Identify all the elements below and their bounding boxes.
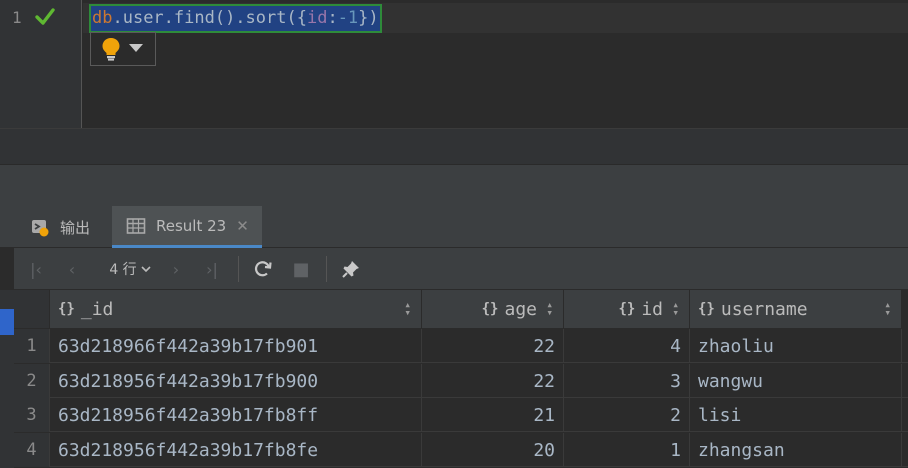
row-number: 1 xyxy=(14,329,50,363)
column-header-label: username xyxy=(720,298,808,320)
document-field-icon: {} xyxy=(698,301,715,317)
previous-page-button[interactable]: ‹ xyxy=(60,248,84,290)
cell-id[interactable]: 2 xyxy=(564,398,690,432)
last-page-icon: ›| xyxy=(206,259,218,279)
column-header-label: age xyxy=(504,298,537,320)
chevron-down-icon xyxy=(141,266,151,273)
column-header-_id[interactable]: {} _id ▴ ▾ xyxy=(50,290,422,328)
cell-username[interactable]: wangwu xyxy=(690,364,902,398)
cell-id[interactable]: 3 xyxy=(564,364,690,398)
column-header-username[interactable]: {} username ▴ ▾ xyxy=(690,290,902,328)
editor-bottom-strip xyxy=(0,128,908,164)
cell-_id[interactable]: 63d218966f442a39b17fb901 xyxy=(50,329,422,363)
code-token-db: db xyxy=(92,8,113,28)
cell-_id[interactable]: 63d218956f442a39b17fb8ff xyxy=(50,398,422,432)
next-page-button[interactable]: › xyxy=(164,248,188,290)
column-header-label: id xyxy=(641,298,663,320)
last-page-button[interactable]: ›| xyxy=(198,248,226,290)
toolbar-separator xyxy=(238,256,239,282)
tab-output[interactable]: 输出 xyxy=(30,206,90,248)
first-page-button[interactable]: |‹ xyxy=(22,248,50,290)
check-icon xyxy=(35,8,55,25)
table-row[interactable]: 3 63d218956f442a39b17fb8ff 21 2 lisi xyxy=(14,398,908,432)
output-icon xyxy=(32,220,49,237)
code-line-selection[interactable]: db.user.find().sort({id:-1}) xyxy=(89,4,382,33)
cell-id[interactable]: 4 xyxy=(564,329,690,363)
cell-username[interactable]: lisi xyxy=(690,398,902,432)
table-icon xyxy=(126,217,146,234)
intention-actions-button[interactable] xyxy=(90,32,156,66)
toolbar-separator xyxy=(326,256,327,282)
cell-_id[interactable]: 63d218956f442a39b17fb8fe xyxy=(50,433,422,467)
refresh-icon xyxy=(254,261,272,277)
tab-output-label: 输出 xyxy=(60,218,91,237)
table-row[interactable]: 4 63d218956f442a39b17fb8fe 20 1 zhangsan xyxy=(14,433,908,467)
row-number-header xyxy=(14,290,50,328)
table-row[interactable]: 1 63d218966f442a39b17fb901 22 4 zhaoliu xyxy=(14,329,908,363)
sort-icon[interactable]: ▴ ▾ xyxy=(546,299,553,318)
code-token-key: id xyxy=(306,8,328,28)
chevron-left-icon: ‹ xyxy=(68,259,76,279)
result-grid[interactable]: {} _id ▴ ▾ {} age ▴ ▾ {} id ▴ ▾ {} username… xyxy=(14,290,908,468)
document-field-icon: {} xyxy=(481,301,499,317)
close-icon[interactable]: ✕ xyxy=(236,217,249,235)
result-toolbar: |‹ ‹ 4 行 › ›| ■ xyxy=(14,248,908,290)
cell-age[interactable]: 22 xyxy=(422,364,564,398)
cell-username[interactable]: zhaoliu xyxy=(690,329,902,363)
tab-result-label: Result 23 xyxy=(156,216,227,235)
tab-result[interactable]: Result 23 ✕ xyxy=(112,206,262,248)
refresh-button[interactable] xyxy=(248,248,278,290)
cell-_id[interactable]: 63d218956f442a39b17fb900 xyxy=(50,364,422,398)
row-number: 4 xyxy=(14,433,50,467)
code-token-colon: : xyxy=(327,8,338,28)
sort-icon[interactable]: ▴ ▾ xyxy=(672,299,679,318)
table-row[interactable]: 2 63d218956f442a39b17fb900 22 3 wangwu xyxy=(14,364,908,398)
cell-age[interactable]: 22 xyxy=(422,329,564,363)
sort-icon[interactable]: ▴ ▾ xyxy=(884,299,891,318)
first-page-icon: |‹ xyxy=(30,259,42,279)
column-header-age[interactable]: {} age ▴ ▾ xyxy=(422,290,564,328)
sort-icon[interactable]: ▴ ▾ xyxy=(404,299,411,318)
pin-icon xyxy=(342,261,359,278)
cell-username[interactable]: zhangsan xyxy=(690,433,902,467)
row-count-selector[interactable]: 4 行 xyxy=(102,248,158,290)
cell-age[interactable]: 20 xyxy=(422,433,564,467)
cell-age[interactable]: 21 xyxy=(422,398,564,432)
code-editor[interactable]: 1 db.user.find().sort({id:-1}) xyxy=(0,0,908,128)
editor-gutter: 1 xyxy=(0,0,82,128)
stop-icon: ■ xyxy=(292,258,310,280)
code-token-call: .user.find().sort({ xyxy=(112,8,307,28)
column-header-id[interactable]: {} id ▴ ▾ xyxy=(564,290,690,328)
chevron-right-icon: › xyxy=(172,259,180,279)
code-token-close: }) xyxy=(358,8,379,28)
row-count-label: 4 行 xyxy=(109,262,137,278)
row-number: 2 xyxy=(14,364,50,398)
line-number: 1 xyxy=(12,8,22,27)
stop-button[interactable]: ■ xyxy=(288,248,314,290)
selection-marker xyxy=(0,309,14,335)
pin-button[interactable] xyxy=(336,248,366,290)
column-header-label: _id xyxy=(80,298,114,320)
tool-window-tabs: 输出 Result 23 ✕ xyxy=(0,206,908,248)
cell-id[interactable]: 1 xyxy=(564,433,690,467)
chevron-down-icon xyxy=(129,44,143,52)
document-field-icon: {} xyxy=(58,301,75,317)
panel-divider[interactable] xyxy=(0,164,908,206)
lightbulb-icon xyxy=(102,38,120,61)
row-number: 3 xyxy=(14,398,50,432)
code-token-number: -1 xyxy=(337,8,359,28)
document-field-icon: {} xyxy=(618,301,636,317)
